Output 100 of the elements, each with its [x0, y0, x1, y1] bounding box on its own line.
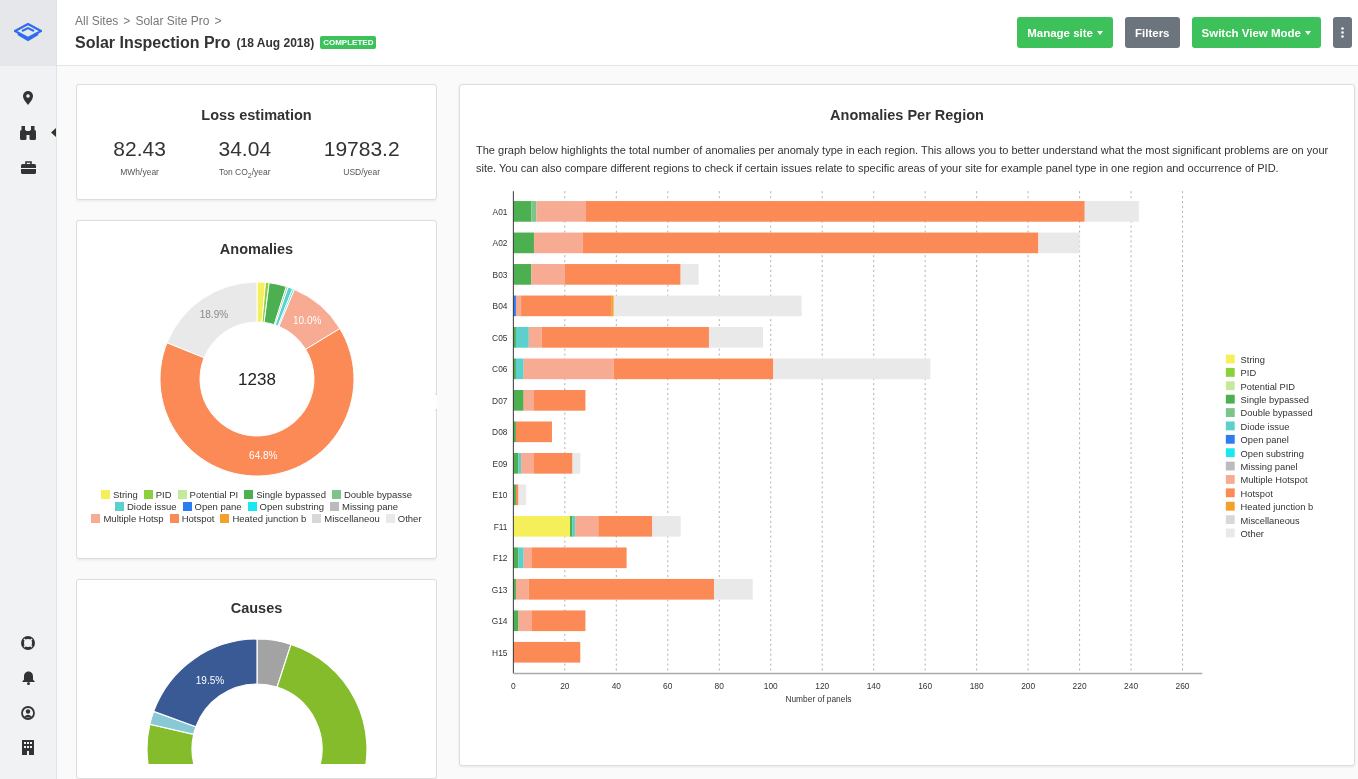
- more-options-button[interactable]: [1333, 17, 1352, 48]
- user-circle-icon[interactable]: [21, 705, 35, 720]
- collapse-caret-icon[interactable]: [51, 128, 56, 137]
- bar-segment[interactable]: [513, 421, 516, 443]
- breadcrumb-link[interactable]: All Sites: [75, 13, 119, 28]
- legend-label[interactable]: Missing panel: [1240, 462, 1298, 472]
- legend-label[interactable]: Potential PI: [189, 489, 239, 501]
- chart-description: The graph below highlights the total number of anomalies per anomaly type in each region. This allows you to better understand what the most significant problems are on your site. You can also compare different regions to check if certain issues relate to specific areas of your site for example panel type in one region and occurrence of PID.: [476, 143, 1330, 176]
- axis-tick-label: H15: [492, 647, 508, 658]
- legend-swatch: [312, 514, 322, 524]
- legend-label[interactable]: Open panel: [1240, 435, 1289, 446]
- card-title: Causes: [229, 600, 284, 616]
- bell-icon[interactable]: [21, 670, 35, 685]
- legend-label[interactable]: Single bypassed: [1240, 395, 1310, 406]
- metric-unit: USD/year: [342, 167, 382, 177]
- page-title: Solar Inspection Pro: [75, 33, 231, 52]
- legend-label[interactable]: Other: [1240, 528, 1264, 539]
- axis-tick-label: C05: [492, 332, 508, 343]
- status-badge: COMPLETED: [320, 36, 377, 49]
- bar-segment[interactable]: [513, 547, 519, 569]
- donut-slice[interactable]: [263, 282, 287, 326]
- legend-label[interactable]: Double bypassed: [1240, 408, 1313, 419]
- kebab-icon: [1341, 27, 1344, 38]
- legend-swatch: [330, 502, 340, 512]
- legend-label[interactable]: String: [1240, 354, 1265, 365]
- axis-tick-label: 80: [714, 681, 724, 692]
- logo-icon[interactable]: [14, 23, 42, 43]
- breadcrumb-separator: >: [214, 13, 222, 28]
- legend-label[interactable]: Open substring: [1240, 448, 1304, 459]
- map-pin-icon[interactable]: [23, 90, 33, 105]
- legend-label[interactable]: Single bypassed: [256, 489, 326, 501]
- legend-label[interactable]: String: [112, 489, 138, 501]
- axis-tick-label: B03: [492, 269, 508, 280]
- legend-label[interactable]: Diode issue: [126, 501, 177, 513]
- legend-swatch: [220, 514, 230, 524]
- legend-label[interactable]: Multiple Hotsp: [103, 513, 164, 525]
- axis-tick-label: G14: [491, 616, 508, 627]
- legend-label[interactable]: PID: [1240, 368, 1257, 379]
- card-title: Loss estimation: [200, 107, 313, 123]
- legend-label[interactable]: Open pane: [194, 501, 242, 513]
- breadcrumb-link[interactable]: Solar Site Pro: [135, 13, 210, 28]
- axis-tick-label: 160: [918, 681, 933, 692]
- slice-label: 18.9%: [199, 309, 228, 321]
- filters-button[interactable]: Filters: [1125, 17, 1180, 48]
- legend-swatch: [177, 490, 187, 500]
- bar-segment[interactable]: [513, 327, 516, 348]
- bar-segment[interactable]: [513, 358, 516, 380]
- legend-label[interactable]: PID: [155, 489, 172, 501]
- legend-label[interactable]: Double bypasse: [343, 489, 413, 501]
- axis-tick-label: G13: [491, 584, 508, 595]
- bar-segment[interactable]: [513, 578, 516, 600]
- axis-tick-label: 200: [1021, 681, 1036, 692]
- lifebuoy-icon[interactable]: [21, 635, 35, 650]
- metric-value: 19783.2: [323, 137, 400, 161]
- axis-tick-label: 20: [560, 681, 570, 692]
- axis-tick-label: 220: [1072, 681, 1087, 692]
- bar-segment[interactable]: [513, 610, 519, 632]
- legend-label[interactable]: Miscellaneou: [324, 513, 380, 525]
- legend-label[interactable]: Open substring: [259, 501, 325, 513]
- axis-tick-label: 180: [969, 681, 984, 692]
- legend-label[interactable]: Miscellaneous: [1240, 515, 1300, 526]
- metric-value: 82.43: [113, 137, 166, 161]
- bar-segment[interactable]: [513, 295, 516, 317]
- card-title: Anomalies: [218, 241, 295, 258]
- building-icon[interactable]: [22, 740, 34, 755]
- bar-segment[interactable]: [513, 232, 534, 254]
- anomaly-total: 1238: [237, 370, 276, 390]
- axis-tick-label: A01: [492, 206, 508, 217]
- legend-label[interactable]: Hotspot: [1240, 488, 1273, 499]
- legend-label[interactable]: Hotspot: [181, 513, 215, 525]
- legend-label[interactable]: Missing pane: [342, 501, 399, 513]
- axis-tick-label: 40: [611, 681, 621, 692]
- donut-slice[interactable]: [166, 281, 257, 359]
- metric-unit: Ton CO$_{2}$/year: [218, 167, 272, 180]
- legend-label[interactable]: Multiple Hotspot: [1240, 475, 1308, 486]
- axis-tick-label: 140: [866, 681, 881, 692]
- briefcase-icon[interactable]: [20, 161, 36, 174]
- legend-swatch: [143, 490, 153, 500]
- axis-tick-label: 240: [1124, 681, 1139, 692]
- legend-label[interactable]: Heated junction b: [232, 513, 307, 525]
- bar-segment[interactable]: [513, 453, 519, 474]
- axis-tick-label: 260: [1175, 681, 1190, 692]
- donut-slice[interactable]: [159, 328, 354, 477]
- caret-icon: [1097, 30, 1103, 35]
- legend-label[interactable]: Other: [397, 513, 422, 525]
- bar-segment[interactable]: [513, 484, 516, 506]
- axis-tick-label: 100: [763, 681, 778, 692]
- breadcrumb-separator: >: [123, 13, 131, 28]
- bar-segment[interactable]: [513, 390, 524, 411]
- legend-label[interactable]: Heated junction b: [1240, 502, 1314, 513]
- donut-slice[interactable]: [278, 289, 340, 350]
- axis-tick-label: E09: [492, 458, 508, 469]
- axis-tick-label: D08: [492, 427, 508, 438]
- axis-tick-label: F12: [493, 553, 508, 564]
- axis-tick-label: D07: [492, 395, 508, 406]
- legend-label[interactable]: Diode issue: [1240, 421, 1290, 432]
- legend-label[interactable]: Potential PID: [1240, 381, 1296, 392]
- legend-swatch: [182, 502, 192, 512]
- binoculars-icon[interactable]: [20, 125, 36, 140]
- axis-tick-label: F11: [493, 521, 508, 532]
